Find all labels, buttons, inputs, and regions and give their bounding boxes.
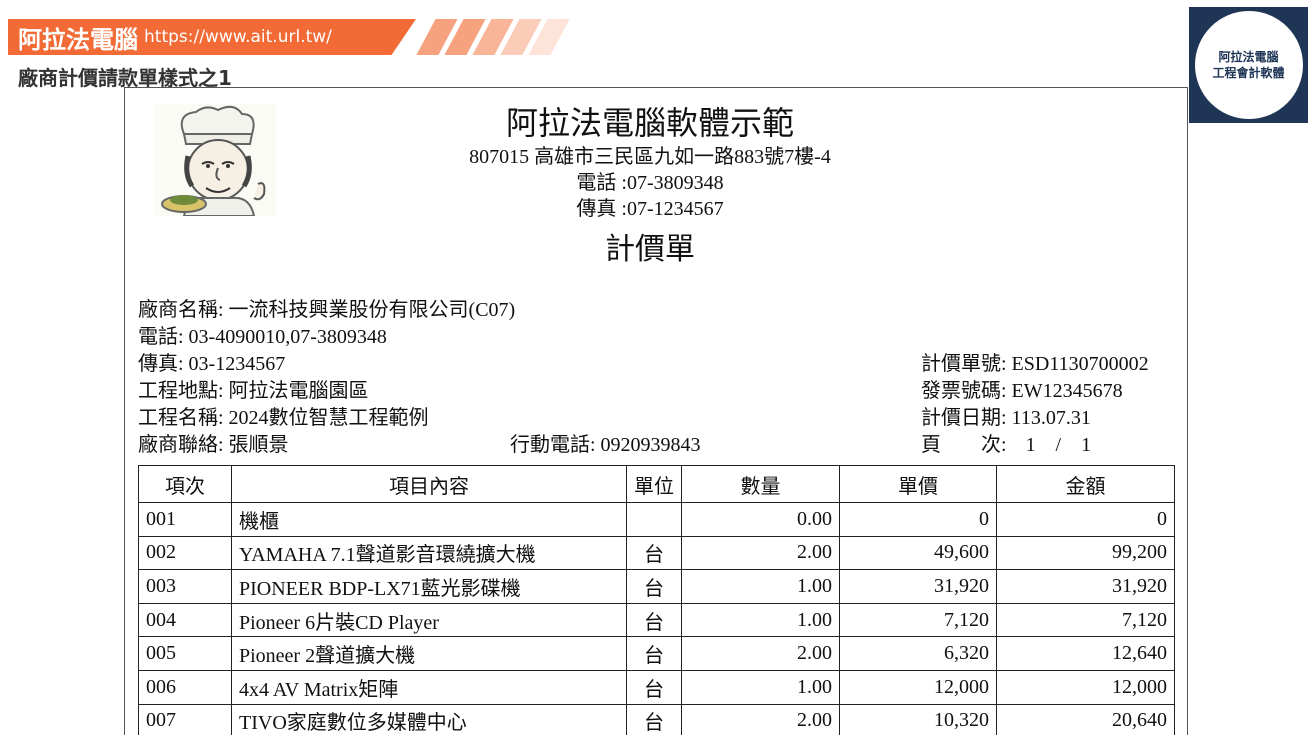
badge-line-2: 工程會計軟體 [1212, 66, 1285, 80]
table-row: 007 TIVO家庭數位多媒體中心 台 2.00 10,320 20,640 [138, 703, 1175, 735]
brand-badge: 阿拉法電腦 工程會計軟體 [1189, 7, 1308, 123]
cell-amount: 20,640 [996, 703, 1175, 735]
table-row: 003 PIONEER BDP-LX71藍光影碟機 台 1.00 31,920 … [138, 569, 1175, 604]
vendor-phone: 電話: 03-4090010,07-3809348 [138, 326, 387, 348]
header-price: 單價 [839, 465, 997, 503]
page-label: 頁 次: [921, 434, 1007, 456]
table-header-row: 項次 項目內容 單位 數量 單價 金額 [138, 465, 1175, 503]
document-title: 計價單 [605, 233, 695, 266]
cell-unit [626, 502, 682, 537]
cell-unit: 台 [626, 569, 682, 604]
company-address: 807015 高雄市三民區九如一路883號7樓-4 [469, 146, 831, 168]
cell-amount: 12,640 [996, 636, 1175, 671]
cell-qty: 1.00 [681, 669, 840, 705]
cell-price: 6,320 [839, 636, 997, 671]
cell-unit: 台 [626, 602, 682, 638]
project-name: 工程名稱: 2024數位智慧工程範例 [138, 407, 429, 429]
table-row: 006 4x4 AV Matrix矩陣 台 1.00 12,000 12,000 [138, 669, 1175, 705]
cell-seq: 007 [138, 703, 232, 735]
brand-badge-circle: 阿拉法電腦 工程會計軟體 [1194, 11, 1303, 119]
cell-qty: 2.00 [681, 703, 840, 735]
page-indicator: 頁 次: 1 / 1 [921, 432, 1149, 459]
cell-price: 49,600 [839, 535, 997, 571]
cell-item: 機櫃 [231, 502, 627, 537]
cell-amount: 0 [996, 502, 1175, 537]
cell-item: Pioneer 2聲道擴大機 [231, 636, 627, 671]
cell-qty: 2.00 [681, 535, 840, 571]
header-unit: 單位 [626, 465, 682, 503]
cell-seq: 003 [138, 569, 232, 604]
company-fax: 傳真 :07-1234567 [576, 198, 724, 220]
table-row: 004 Pioneer 6片裝CD Player 台 1.00 7,120 7,… [138, 602, 1175, 638]
cell-price: 12,000 [839, 669, 997, 705]
table-row: 005 Pioneer 2聲道擴大機 台 2.00 6,320 12,640 [138, 636, 1175, 671]
cell-seq: 001 [138, 502, 232, 537]
cell-amount: 99,200 [996, 535, 1175, 571]
page-value: 1 / 1 [1025, 434, 1092, 456]
vendor-contact: 廠商聯絡: 張順景 [138, 434, 289, 456]
invoice-document: 阿拉法電腦軟體示範 807015 高雄市三民區九如一路883號7樓-4 電話 :… [124, 87, 1188, 735]
cell-qty: 1.00 [681, 569, 840, 604]
header-item: 項目內容 [231, 465, 627, 503]
banner-title: 阿拉法電腦 [18, 25, 138, 54]
cell-qty: 0.00 [681, 502, 840, 537]
cell-amount: 31,920 [996, 569, 1175, 604]
badge-line-1: 阿拉法電腦 [1218, 50, 1279, 64]
cell-seq: 002 [138, 535, 232, 571]
table-row: 002 YAMAHA 7.1聲道影音環繞擴大機 台 2.00 49,600 99… [138, 535, 1175, 571]
cell-seq: 004 [138, 602, 232, 638]
banner-url[interactable]: https://www.ait.url.tw/ [144, 27, 332, 47]
cell-unit: 台 [626, 636, 682, 671]
bill-info: 計價單號: ESD1130700002 發票號碼: EW12345678 計價日… [921, 351, 1149, 459]
header-banner: 阿拉法電腦 https://www.ait.url.tw/ [8, 19, 570, 55]
cell-price: 7,120 [839, 602, 997, 638]
cell-seq: 005 [138, 636, 232, 671]
cell-item: TIVO家庭數位多媒體中心 [231, 703, 627, 735]
vendor-mobile: 行動電話: 0920939843 [510, 434, 701, 456]
cell-unit: 台 [626, 669, 682, 705]
cell-price: 31,920 [839, 569, 997, 604]
cell-item: Pioneer 6片裝CD Player [231, 602, 627, 638]
header-seq: 項次 [138, 465, 232, 503]
company-phone: 電話 :07-3809348 [576, 172, 724, 194]
cell-item: 4x4 AV Matrix矩陣 [231, 669, 627, 705]
cell-price: 10,320 [839, 703, 997, 735]
items-table: 項次 項目內容 單位 數量 單價 金額 001 機櫃 0.00 0 0 002 … [138, 465, 1175, 735]
header-qty: 數量 [681, 465, 840, 503]
vendor-name: 廠商名稱: 一流科技興業股份有限公司(C07) [138, 299, 516, 321]
header-amount: 金額 [996, 465, 1175, 503]
invoice-number: 發票號碼: EW12345678 [921, 380, 1123, 402]
table-row: 001 機櫃 0.00 0 0 [138, 502, 1175, 537]
project-site: 工程地點: 阿拉法電腦園區 [138, 380, 369, 402]
cell-qty: 1.00 [681, 602, 840, 638]
cell-qty: 2.00 [681, 636, 840, 671]
cell-amount: 12,000 [996, 669, 1175, 705]
cell-unit: 台 [626, 703, 682, 735]
vendor-fax: 傳真: 03-1234567 [138, 353, 286, 375]
cell-item: YAMAHA 7.1聲道影音環繞擴大機 [231, 535, 627, 571]
cell-item: PIONEER BDP-LX71藍光影碟機 [231, 569, 627, 604]
cell-price: 0 [839, 502, 997, 537]
vendor-info: 廠商名稱: 一流科技興業股份有限公司(C07) 電話: 03-4090010,0… [138, 297, 515, 459]
cell-unit: 台 [626, 535, 682, 571]
cell-seq: 006 [138, 669, 232, 705]
bill-number: 計價單號: ESD1130700002 [921, 353, 1149, 375]
company-name: 阿拉法電腦軟體示範 [505, 105, 794, 141]
cell-amount: 7,120 [996, 602, 1175, 638]
bill-date: 計價日期: 113.07.31 [921, 407, 1091, 429]
